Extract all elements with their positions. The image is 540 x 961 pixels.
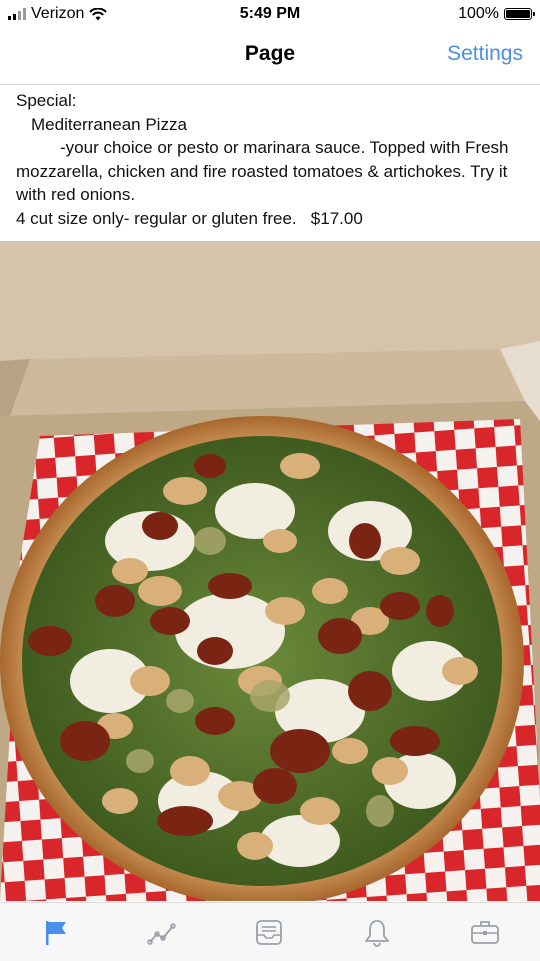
tab-inbox[interactable]: [252, 915, 286, 949]
tab-activity[interactable]: [145, 915, 179, 949]
flag-icon: [46, 921, 66, 945]
battery-indicator: 100%: [458, 5, 535, 23]
post-body: Special: Mediterranean Pizza -your choic…: [16, 89, 531, 231]
tab-flag[interactable]: [38, 915, 72, 949]
post-photo[interactable]: [0, 241, 540, 901]
post-line-description: -your choice or pesto or marinara sauce.…: [16, 138, 514, 205]
post-line-special: Special:: [16, 91, 77, 110]
bell-icon: [365, 920, 389, 947]
tab-bar: [0, 902, 540, 961]
pizza-photo-image: [0, 241, 540, 901]
status-bar: Verizon 5:49 PM 100%: [0, 0, 540, 30]
post-line-price: 4 cut size only- regular or gluten free.…: [16, 208, 363, 228]
navigation-bar: Page Settings: [0, 30, 540, 85]
inbox-icon: [256, 920, 282, 945]
settings-button[interactable]: Settings: [447, 42, 523, 66]
tab-business[interactable]: [468, 915, 502, 949]
battery-percent: 100%: [458, 5, 499, 22]
post-line-pizza-name: Mediterranean Pizza: [31, 114, 187, 134]
battery-icon: [504, 8, 535, 20]
tab-notifications[interactable]: [360, 915, 394, 949]
activity-icon: [147, 923, 176, 945]
briefcase-icon: [471, 921, 499, 944]
